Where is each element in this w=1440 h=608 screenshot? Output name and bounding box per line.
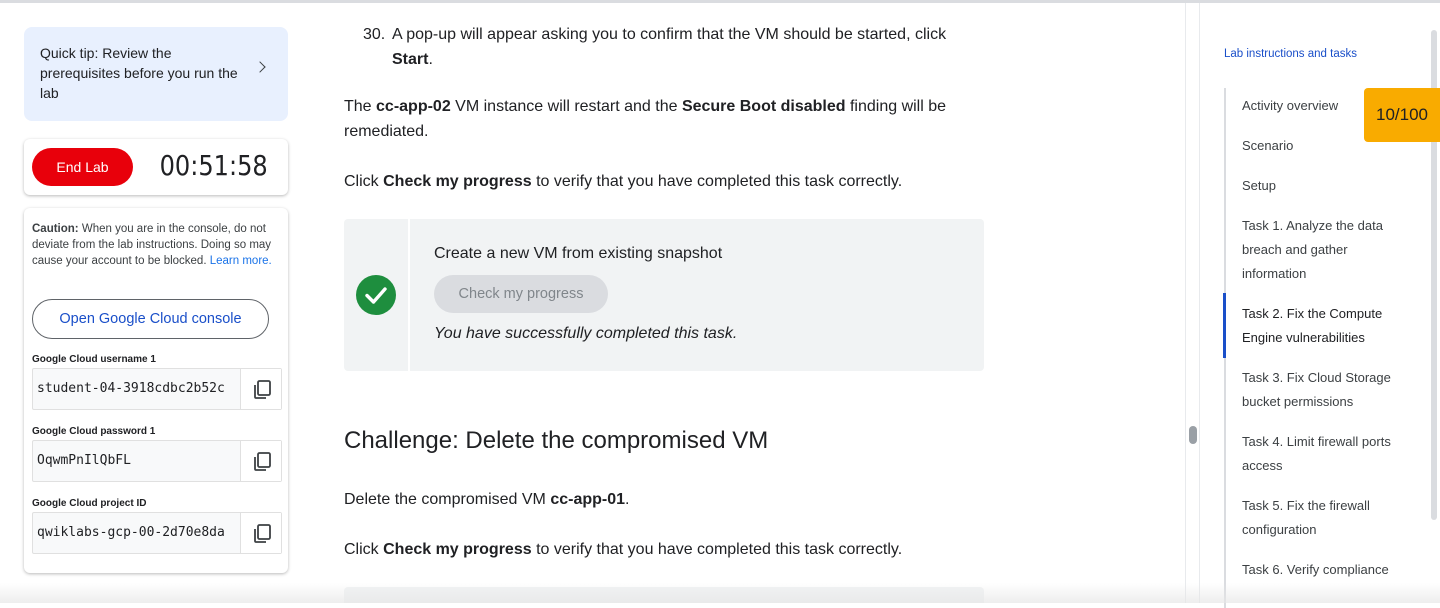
password-label: Google Cloud password 1: [32, 426, 156, 437]
toc-item-task-1[interactable]: Task 1. Analyze the data breach and gath…: [1242, 214, 1412, 286]
task-checkpoint-box: Create a new VM from existing snapshot C…: [344, 219, 984, 371]
checkmark-icon: [356, 275, 396, 315]
checkpoint-divider: [408, 219, 410, 371]
check-progress-button[interactable]: Check my progress: [434, 275, 608, 313]
project-id-value[interactable]: qwiklabs-gcp-00-2d70e8da: [37, 525, 225, 540]
lab-control-panel: Quick tip: Review the prerequisites befo…: [0, 3, 310, 603]
score-badge: 10/100: [1364, 88, 1440, 142]
project-id-field[interactable]: qwiklabs-gcp-00-2d70e8da: [32, 512, 282, 554]
step-text: A pop-up will appear asking you to confi…: [392, 22, 982, 72]
step-number: 30.: [363, 26, 386, 43]
lab-timer: 00:51:58: [159, 149, 268, 182]
quick-tip-text: Quick tip: Review the prerequisites befo…: [40, 45, 238, 101]
lab-instructions-content: 30. A pop-up will appear asking you to c…: [310, 3, 1185, 603]
step-bold-start: Start: [392, 51, 429, 68]
toc-item-setup[interactable]: Setup: [1242, 174, 1412, 198]
username-label: Google Cloud username 1: [32, 354, 156, 365]
toc-item-task-4[interactable]: Task 4. Limit firewall ports access: [1242, 430, 1412, 478]
username-field[interactable]: student-04-3918cdbc2b52c: [32, 368, 282, 410]
bottom-fade: [0, 583, 1440, 603]
checkpoint-title: Create a new VM from existing snapshot: [434, 245, 723, 262]
check-progress-bold: Check my progress: [383, 541, 532, 558]
toc-active-indicator: [1223, 293, 1226, 358]
quick-tip-card[interactable]: Quick tip: Review the prerequisites befo…: [24, 27, 288, 121]
project-id-label: Google Cloud project ID: [32, 498, 147, 509]
end-lab-button[interactable]: End Lab: [32, 148, 133, 186]
content-scrollbar[interactable]: [1189, 426, 1197, 444]
password-value[interactable]: OqwmPnIlQbFL: [37, 453, 225, 468]
challenge-heading: Challenge: Delete the compromised VM: [344, 427, 769, 454]
delete-text: .: [625, 491, 630, 508]
credentials-card: Caution: When you are in the console, do…: [24, 208, 288, 573]
step-text-part: A pop-up will appear asking you to confi…: [392, 26, 947, 43]
open-console-button[interactable]: Open Google Cloud console: [32, 299, 269, 339]
delete-text: Delete the compromised VM: [344, 491, 551, 508]
restart-text: VM instance will restart and the: [450, 98, 682, 115]
toc-item-task-3[interactable]: Task 3. Fix Cloud Storage bucket permiss…: [1242, 366, 1412, 414]
copy-password-button[interactable]: [240, 441, 281, 481]
toc-title[interactable]: Lab instructions and tasks: [1224, 48, 1357, 60]
check-progress-bold: Check my progress: [383, 173, 532, 190]
vm-name-bold: cc-app-01: [550, 491, 626, 508]
learn-more-link[interactable]: Learn more.: [210, 255, 272, 267]
step-text-end: .: [428, 51, 433, 68]
toc-item-task-6[interactable]: Task 6. Verify compliance: [1242, 558, 1412, 582]
click-text: Click: [344, 173, 384, 190]
check-progress-instruction: Click Check my progress to verify that y…: [344, 169, 994, 194]
vm-name-bold: cc-app-02: [376, 98, 451, 115]
timer-card: End Lab 00:51:58: [24, 139, 288, 195]
copy-icon: [254, 380, 271, 399]
copy-icon: [254, 524, 271, 543]
toc-item-task-5[interactable]: Task 5. Fix the firewall configuration: [1242, 494, 1412, 542]
click-text: Click: [344, 541, 384, 558]
content-divider: [1185, 3, 1186, 603]
check-progress-instruction-2: Click Check my progress to verify that y…: [344, 537, 994, 562]
copy-username-button[interactable]: [240, 369, 281, 409]
finding-name-bold: Secure Boot disabled: [681, 98, 846, 115]
copy-project-id-button[interactable]: [240, 513, 281, 553]
success-message: You have successfully completed this tas…: [434, 325, 738, 342]
copy-icon: [254, 452, 271, 471]
caution-message: Caution: When you are in the console, do…: [32, 221, 282, 269]
restart-text: The: [344, 98, 377, 115]
caution-label: Caution:: [32, 223, 79, 235]
toc-item-task-2[interactable]: Task 2. Fix the Compute Engine vulnerabi…: [1242, 302, 1412, 350]
delete-vm-paragraph: Delete the compromised VM cc-app-01.: [344, 487, 994, 512]
click-text: to verify that you have completed this t…: [531, 541, 903, 558]
username-value[interactable]: student-04-3918cdbc2b52c: [37, 381, 225, 396]
password-field[interactable]: OqwmPnIlQbFL: [32, 440, 282, 482]
restart-paragraph: The cc-app-02 VM instance will restart a…: [344, 94, 994, 144]
click-text: to verify that you have completed this t…: [531, 173, 903, 190]
chevron-right-icon: [254, 61, 266, 73]
